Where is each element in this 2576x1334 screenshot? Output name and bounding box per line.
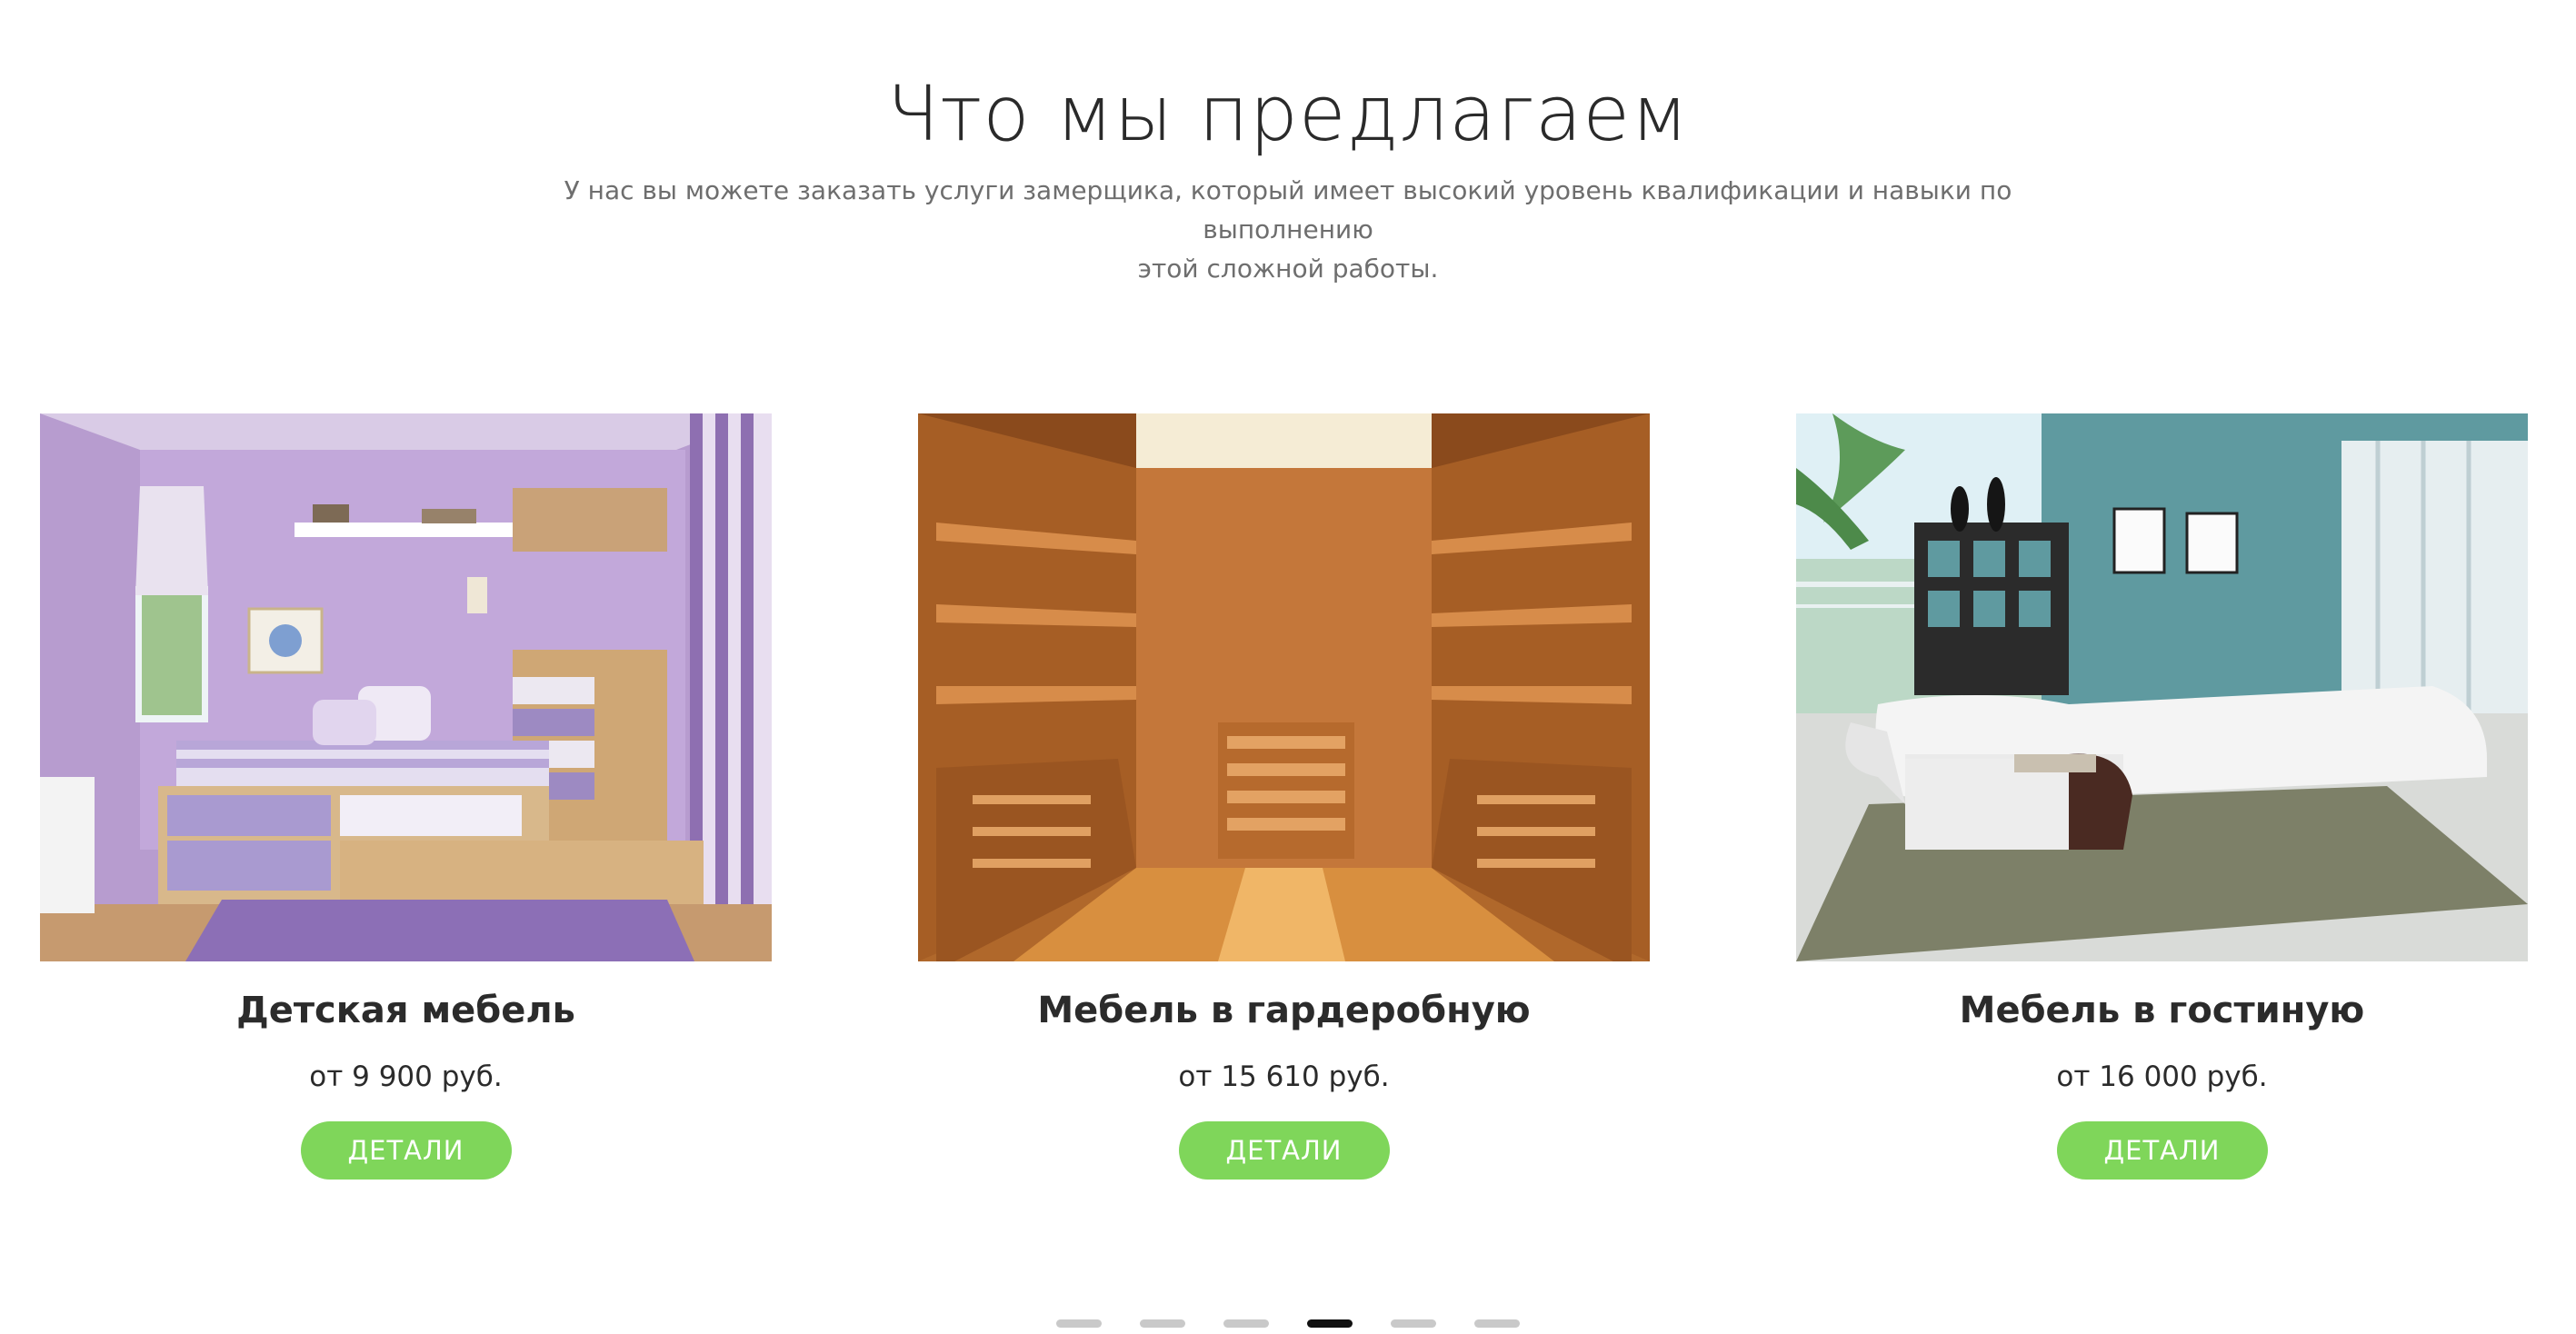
card-price: от 16 000 руб. <box>2056 1060 2268 1093</box>
card-price: от 9 900 руб. <box>309 1060 503 1093</box>
card-title: Детская мебель <box>236 990 575 1031</box>
details-button[interactable]: ДЕТАЛИ <box>1178 1121 1390 1180</box>
card-title: Мебель в гостиную <box>1959 990 2365 1031</box>
product-card-wardrobe: Мебель в гардеробную от 15 610 руб. ДЕТА… <box>918 413 1650 1180</box>
section-subtitle-line-1: У нас вы можете заказать услуги замерщик… <box>564 175 2012 244</box>
pager-dot[interactable] <box>1056 1319 1102 1328</box>
kids-room-image[interactable] <box>40 413 772 961</box>
section-title: Что мы предлагаем <box>886 69 1690 158</box>
pager-dot[interactable] <box>1223 1319 1269 1328</box>
card-title: Мебель в гардеробную <box>1037 990 1531 1031</box>
wardrobe-image[interactable] <box>918 413 1650 961</box>
product-card-kids: Детская мебель от 9 900 руб. ДЕТАЛИ <box>40 413 772 1180</box>
offers-section: Что мы предлагаем У нас вы можете заказа… <box>0 0 2576 1334</box>
section-subtitle-line-2: этой сложной работы. <box>1137 254 1439 284</box>
section-subtitle: У нас вы можете заказать услуги замерщик… <box>545 171 2031 288</box>
details-button[interactable]: ДЕТАЛИ <box>300 1121 512 1180</box>
pager-dot[interactable] <box>1307 1319 1353 1328</box>
pager-dot[interactable] <box>1474 1319 1520 1328</box>
pager-dot[interactable] <box>1140 1319 1185 1328</box>
details-button[interactable]: ДЕТАЛИ <box>2056 1121 2268 1180</box>
living-room-image[interactable] <box>1796 413 2528 961</box>
pager-dot[interactable] <box>1391 1319 1436 1328</box>
card-price: от 15 610 руб. <box>1178 1060 1390 1093</box>
product-card-living-room: Мебель в гостиную от 16 000 руб. ДЕТАЛИ <box>1796 413 2528 1180</box>
carousel-pager <box>0 1319 2576 1328</box>
